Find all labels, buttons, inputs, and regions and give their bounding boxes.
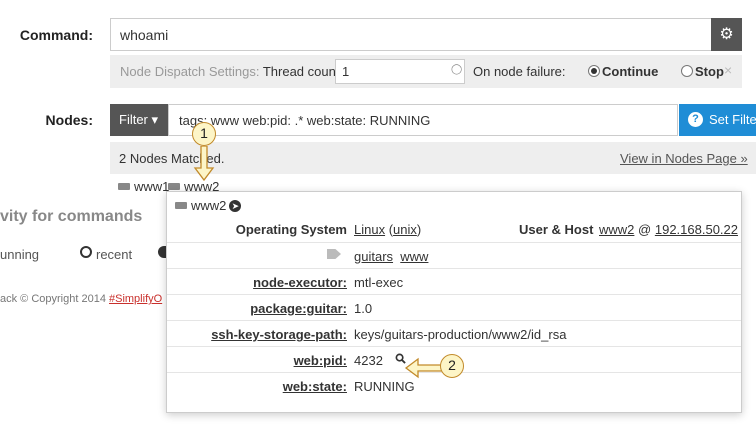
filter-dropdown-button[interactable]: Filter ▾ [110,104,168,136]
user-link[interactable]: www2 [599,222,634,237]
continue-radio[interactable] [588,65,600,77]
callout-arrow-down-icon [193,146,215,182]
attribute-label[interactable]: web:pid: [294,353,347,368]
node-chip-www1[interactable]: www1 [118,179,169,194]
user-host-value: www2 @ 192.168.50.22 [599,222,738,237]
gear-icon: ⚙ [719,26,734,43]
tag-icon [327,249,341,259]
server-icon [175,202,187,210]
running-tab[interactable]: unning [0,247,39,262]
attribute-value: keys/guitars-production/www2/id_rsa [354,327,567,342]
attribute-value: RUNNING [354,379,415,394]
popover-title: www2 ➤ [175,198,242,213]
help-icon[interactable]: ? [688,112,703,127]
dispatch-settings-bar: Node Dispatch Settings: Thread count 1 ◯… [110,55,742,88]
popover-node-name: www2 [191,198,227,213]
attribute-label[interactable]: node-executor: [253,275,347,290]
view-in-nodes-link[interactable]: View in Nodes Page » [620,151,748,166]
simplify-link[interactable]: #SimplifyO [109,293,162,305]
dispatch-label: Node Dispatch Settings: Thread count [120,64,339,79]
node-detail-popover: www2 ➤ Operating System Linux (unix) User… [166,191,742,413]
tag-guitars[interactable]: guitars [354,249,393,264]
os-value: Linux (unix) [354,222,422,237]
attribute-value: mtl-exec [354,275,404,290]
host-link[interactable]: 192.168.50.22 [655,222,738,237]
server-icon [168,183,180,191]
server-icon [118,183,130,191]
callout-arrow-left-icon [404,357,444,379]
thread-count-label: Thread count [262,64,340,79]
thread-count-input[interactable]: 1 [335,59,465,84]
os-label: Operating System [235,222,347,237]
node-failure-label: On node failure: [473,64,566,79]
callout-1: 1 [192,122,216,146]
close-icon[interactable]: × [724,62,732,78]
tags-row: guitars www [167,242,741,268]
activity-heading: vity for commands [0,208,143,225]
stop-radio[interactable] [681,65,693,77]
tags-value: guitars www [354,249,428,264]
clock-icon [80,246,92,258]
attribute-row: ssh-key-storage-path: keys/guitars-produ… [167,320,741,346]
arrow-circle-right-icon[interactable]: ➤ [229,199,242,212]
attribute-label[interactable]: package:guitar: [250,301,347,316]
attribute-value: 4232 [354,353,383,368]
copyright-text: ack © Copyright 2014 [0,293,109,305]
settings-button[interactable]: ⚙ [711,18,742,51]
footer-copyright: ack © Copyright 2014 #SimplifyO [0,293,162,305]
tag-www[interactable]: www [400,249,428,264]
stop-label[interactable]: Stop [695,64,724,79]
filter-input[interactable]: tags: www web:pid: .* web:state: RUNNING [168,104,678,136]
os-family-link[interactable]: unix [393,222,417,237]
command-label: Command: [19,27,93,43]
node-chip-label: www1 [134,179,170,194]
attribute-row: node-executor: mtl-exec [167,268,741,294]
command-input[interactable]: whoami [110,18,711,51]
os-link[interactable]: Linux [354,222,385,237]
at-sign: @ [638,222,652,237]
user-host-label: User & Host [519,222,594,237]
attribute-label[interactable]: ssh-key-storage-path: [211,327,347,342]
attribute-label[interactable]: web:state: [283,379,347,394]
dispatch-prefix: Node Dispatch Settings: [120,64,263,79]
nodes-label: Nodes: [45,112,93,128]
os-row: Operating System Linux (unix) User & Hos… [167,216,741,242]
stepper-icon[interactable]: ◯ [451,64,462,75]
recent-tab[interactable]: recent [96,247,132,262]
continue-label[interactable]: Continue [602,64,658,79]
callout-2: 2 [440,354,464,378]
attribute-row: package:guitar: 1.0 [167,294,741,320]
attribute-value: 1.0 [354,301,373,316]
